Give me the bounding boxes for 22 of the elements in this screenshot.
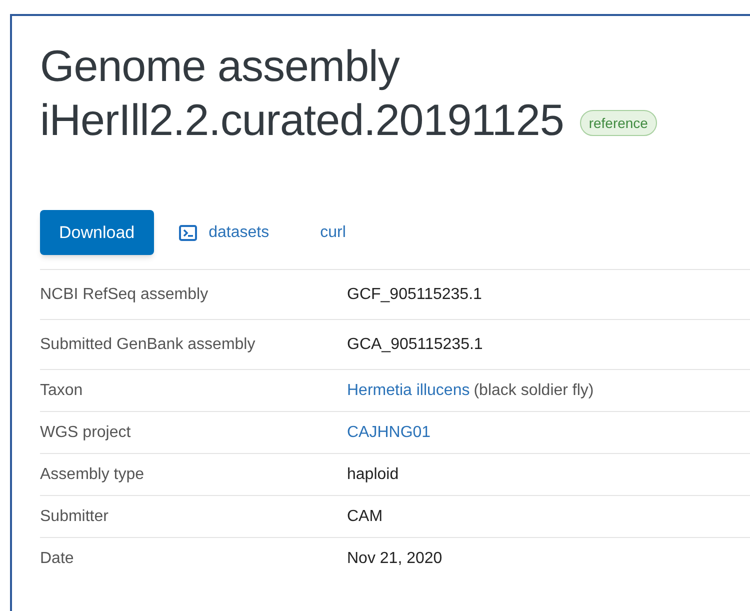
detail-label: Date — [40, 548, 75, 568]
detail-value: haploid — [347, 464, 399, 484]
detail-value: GCA_905115235.1 — [347, 334, 483, 354]
detail-label: Assembly type — [40, 464, 146, 484]
detail-note: (black soldier fly) — [474, 380, 594, 400]
detail-value: CAM — [347, 506, 383, 526]
detail-label: WGS project — [40, 422, 132, 442]
detail-label: Submitter — [40, 506, 110, 526]
curl-link[interactable]: curl — [320, 220, 346, 244]
detail-label: Submitted GenBank assembly — [40, 334, 256, 354]
page-title: Genome assembly — [40, 41, 400, 93]
detail-value: GCF_905115235.1 — [347, 284, 482, 304]
assembly-name: iHerIll2.2.curated.20191125 — [40, 95, 564, 147]
download-button[interactable]: Download — [40, 210, 154, 255]
detail-label: NCBI RefSeq assembly — [40, 284, 210, 304]
datasets-button[interactable]: datasets — [178, 220, 270, 244]
terminal-icon — [178, 224, 197, 240]
detail-link[interactable]: CAJHNG01 — [347, 420, 431, 444]
detail-link[interactable]: Hermetia illucens — [347, 378, 470, 402]
detail-label: Taxon — [40, 380, 84, 400]
reference-tag: reference — [580, 110, 657, 136]
detail-value: Nov 21, 2020 — [347, 548, 442, 568]
